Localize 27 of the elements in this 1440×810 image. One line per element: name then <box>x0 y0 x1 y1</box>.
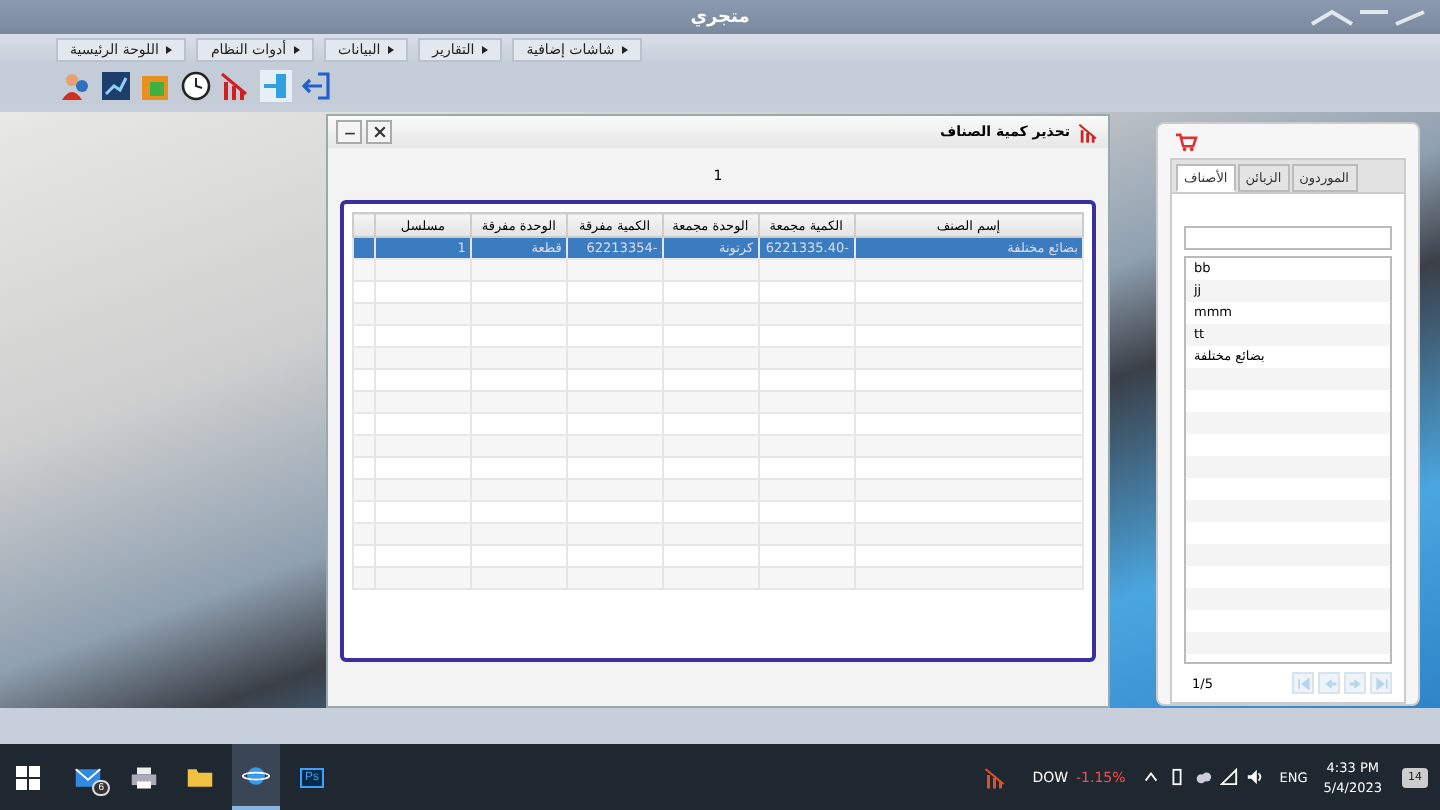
close-button[interactable] <box>366 120 392 144</box>
folder-icon <box>186 765 214 789</box>
mail-icon <box>74 765 102 789</box>
device-icon[interactable] <box>1167 768 1186 786</box>
globe-icon <box>242 763 270 787</box>
cloud-icon[interactable] <box>1193 768 1212 786</box>
exit-icon[interactable] <box>300 69 332 101</box>
users-icon[interactable] <box>60 69 92 101</box>
left-arrow-icon <box>1321 675 1337 691</box>
window-title: متجري <box>690 7 750 27</box>
chart-icon[interactable] <box>100 69 132 101</box>
windows-icon[interactable] <box>16 765 40 789</box>
close-icon <box>371 124 387 140</box>
volume-icon[interactable] <box>1245 768 1264 786</box>
falling-chart-icon <box>984 765 1009 789</box>
taskbar-app[interactable] <box>232 744 280 810</box>
cart-icon <box>1174 132 1198 152</box>
network-icon[interactable] <box>1219 768 1238 786</box>
caret-icon[interactable] <box>1141 768 1160 786</box>
logo-icon <box>1308 8 1428 28</box>
search-field[interactable] <box>1184 226 1392 250</box>
first-page-icon <box>1295 675 1311 691</box>
right-arrow-icon <box>1347 675 1363 691</box>
clock-icon[interactable] <box>180 69 212 101</box>
printer-icon <box>130 765 158 789</box>
last-page-icon <box>1373 675 1389 691</box>
falling-chart-icon <box>1078 121 1100 143</box>
